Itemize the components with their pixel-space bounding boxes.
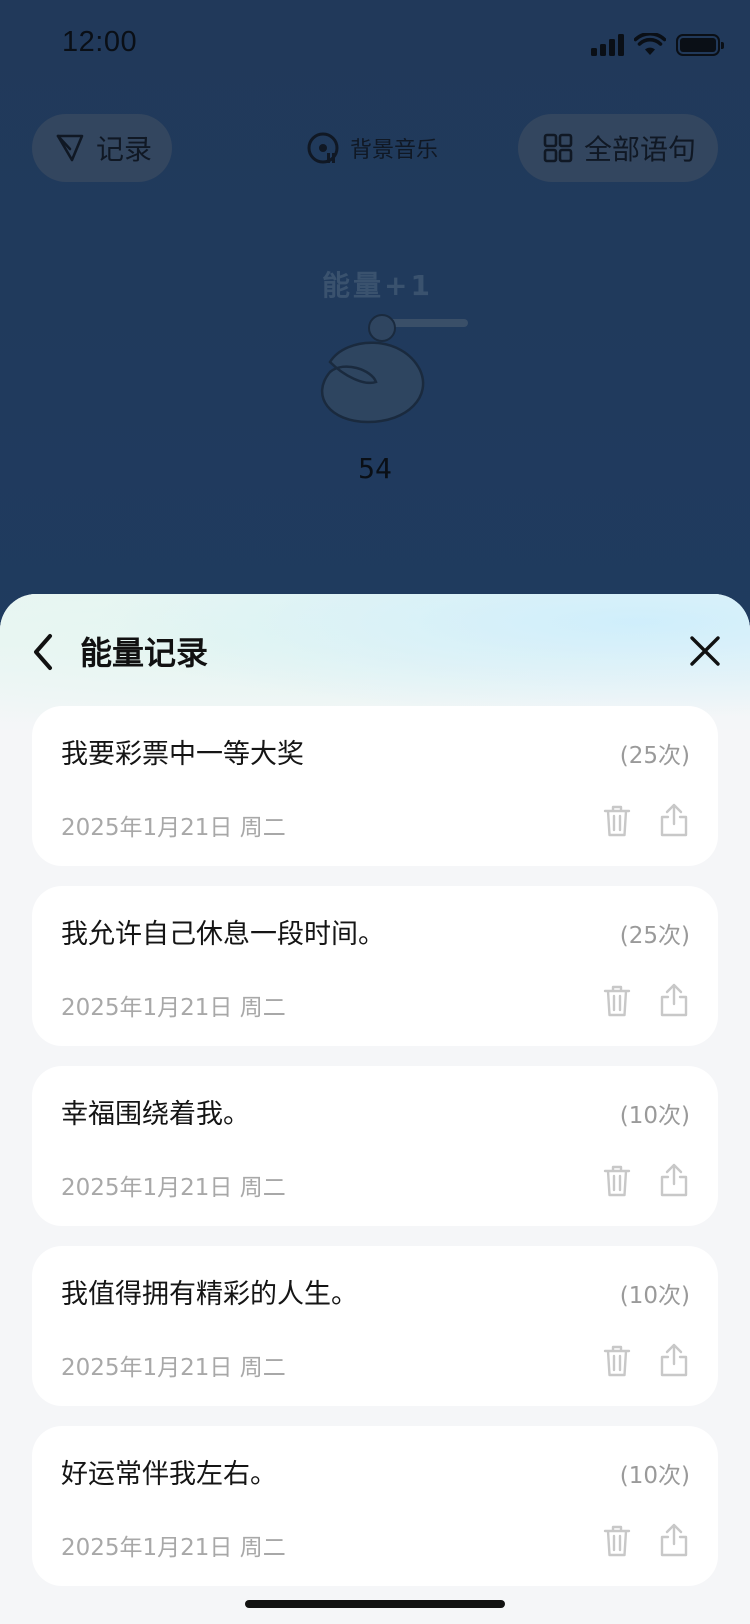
close-icon[interactable] bbox=[688, 634, 722, 668]
grid-icon bbox=[543, 133, 573, 163]
share-icon[interactable] bbox=[658, 802, 690, 838]
bgm-button[interactable]: 背景音乐 bbox=[306, 128, 438, 168]
record-text: 好运常伴我左右。 bbox=[61, 1459, 277, 1490]
energy-count: 54 bbox=[358, 452, 392, 485]
energy-record-sheet: 能量记录 我要彩票中一等大奖 (25次) 2025年1月21日 周二 我允许自己… bbox=[0, 594, 750, 1624]
record-count: (10次) bbox=[619, 1283, 690, 1309]
record-list: 我要彩票中一等大奖 (25次) 2025年1月21日 周二 我允许自己休息一段时… bbox=[32, 706, 718, 1606]
sheet-header: 能量记录 bbox=[0, 594, 750, 706]
all-sentences-button[interactable]: 全部语句 bbox=[518, 114, 718, 182]
bgm-label: 背景音乐 bbox=[350, 138, 439, 163]
record-date: 2025年1月21日 周二 bbox=[61, 815, 286, 841]
wifi-icon bbox=[634, 33, 666, 55]
trash-icon[interactable] bbox=[602, 1524, 632, 1558]
trash-icon[interactable] bbox=[602, 984, 632, 1018]
music-disc-icon bbox=[307, 132, 339, 164]
status-time: 12:00 bbox=[62, 26, 138, 58]
energy-plus-label: 能量+1 bbox=[322, 269, 433, 302]
wooden-fish-icon[interactable] bbox=[316, 310, 476, 426]
share-icon[interactable] bbox=[658, 1162, 690, 1198]
record-date: 2025年1月21日 周二 bbox=[61, 1355, 286, 1381]
record-card[interactable]: 我允许自己休息一段时间。 (25次) 2025年1月21日 周二 bbox=[32, 886, 718, 1046]
trash-icon[interactable] bbox=[602, 1164, 632, 1198]
record-card[interactable]: 好运常伴我左右。 (10次) 2025年1月21日 周二 bbox=[32, 1426, 718, 1586]
battery-icon bbox=[676, 34, 724, 56]
record-card[interactable]: 我要彩票中一等大奖 (25次) 2025年1月21日 周二 bbox=[32, 706, 718, 866]
signal-icon bbox=[591, 34, 624, 56]
record-date: 2025年1月21日 周二 bbox=[61, 1535, 286, 1561]
trash-icon[interactable] bbox=[602, 1344, 632, 1378]
sheet-title: 能量记录 bbox=[80, 634, 209, 672]
record-card[interactable]: 我值得拥有精彩的人生。 (10次) 2025年1月21日 周二 bbox=[32, 1246, 718, 1406]
status-icons bbox=[591, 30, 724, 60]
record-button[interactable]: 记录 bbox=[32, 114, 172, 182]
leaf-icon bbox=[56, 134, 84, 162]
record-card[interactable]: 幸福围绕着我。 (10次) 2025年1月21日 周二 bbox=[32, 1066, 718, 1226]
all-sentences-label: 全部语句 bbox=[584, 133, 697, 166]
record-count: (25次) bbox=[619, 923, 690, 949]
record-text: 我要彩票中一等大奖 bbox=[61, 739, 304, 770]
record-count: (10次) bbox=[619, 1463, 690, 1489]
share-icon[interactable] bbox=[658, 1522, 690, 1558]
record-count: (10次) bbox=[619, 1103, 690, 1129]
trash-icon[interactable] bbox=[602, 804, 632, 838]
record-date: 2025年1月21日 周二 bbox=[61, 1175, 286, 1201]
record-date: 2025年1月21日 周二 bbox=[61, 995, 286, 1021]
status-bar: 12:00 bbox=[0, 0, 750, 90]
share-icon[interactable] bbox=[658, 1342, 690, 1378]
chevron-left-icon[interactable] bbox=[28, 632, 58, 672]
record-label: 记录 bbox=[96, 133, 153, 166]
record-text: 幸福围绕着我。 bbox=[61, 1099, 250, 1130]
share-icon[interactable] bbox=[658, 982, 690, 1018]
record-text: 我允许自己休息一段时间。 bbox=[61, 919, 385, 950]
record-count: (25次) bbox=[619, 743, 690, 769]
record-text: 我值得拥有精彩的人生。 bbox=[61, 1279, 358, 1310]
home-indicator[interactable] bbox=[245, 1600, 505, 1608]
